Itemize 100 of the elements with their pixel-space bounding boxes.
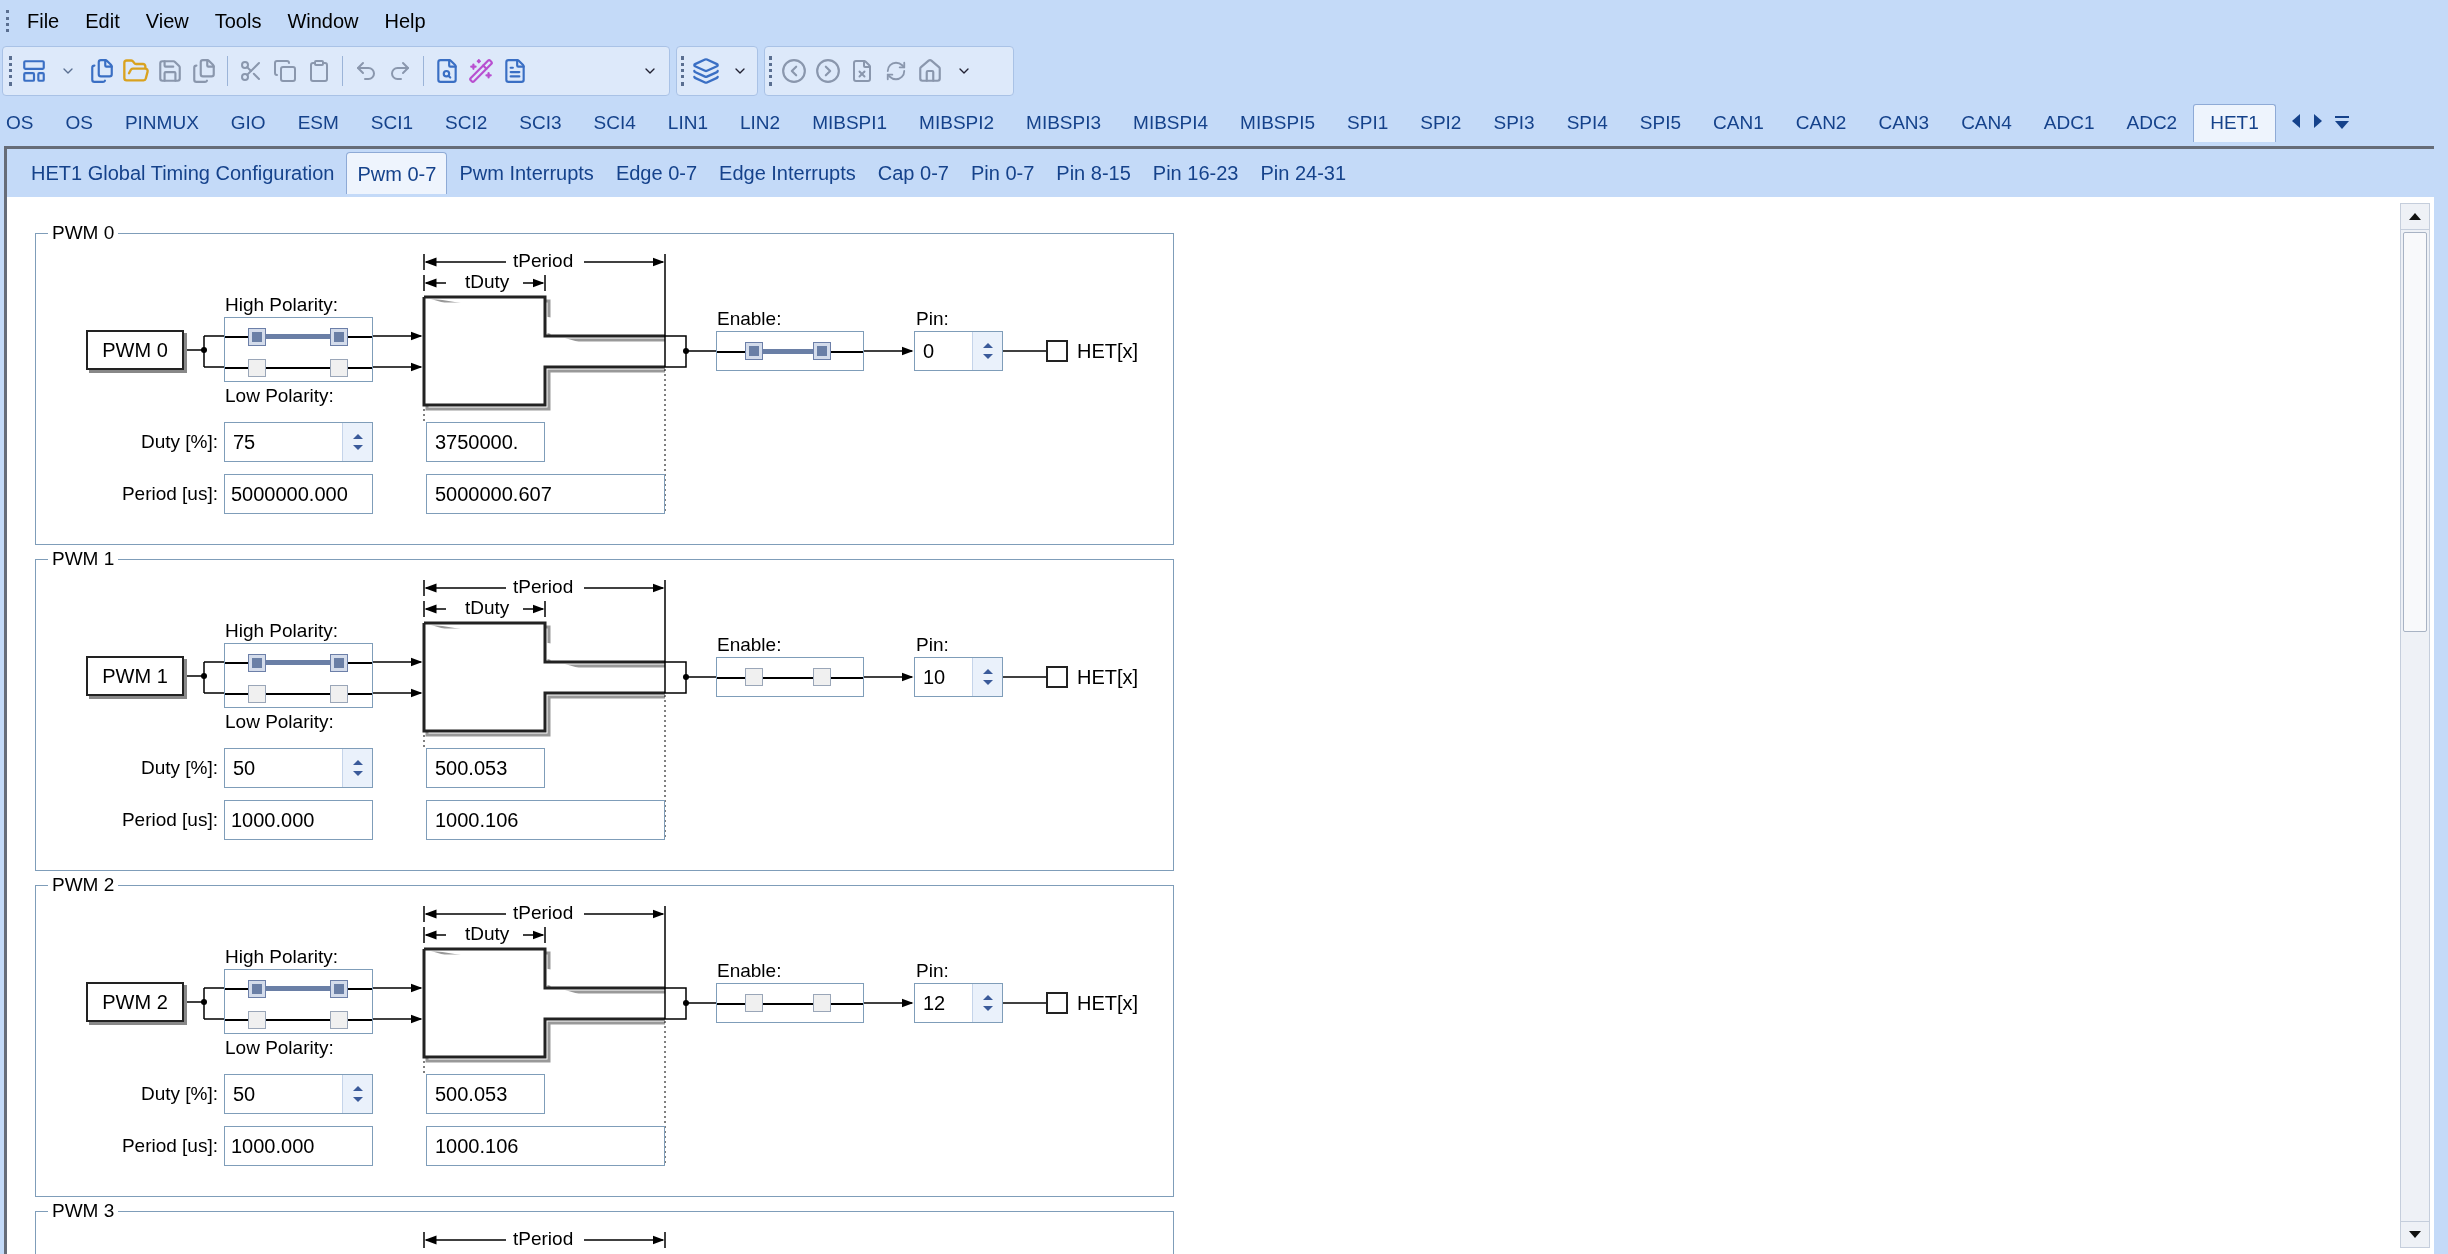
sub-tab[interactable]: Edge Interrupts (709, 152, 866, 194)
menu-item[interactable]: File (18, 6, 69, 36)
module-tab[interactable]: ADC2 (2110, 104, 2194, 142)
checkbox[interactable] (330, 328, 348, 346)
module-tab[interactable]: CAN2 (1779, 104, 1863, 142)
tduty-field[interactable]: 500.053 (426, 1074, 545, 1114)
sub-tab[interactable]: Pin 0-7 (960, 152, 1045, 194)
period-field[interactable]: 5000000.000 (224, 474, 373, 514)
spin-buttons[interactable] (342, 1075, 372, 1113)
module-tab[interactable]: SCI2 (429, 104, 504, 142)
checkbox[interactable] (330, 654, 348, 672)
sub-tab[interactable]: Pwm 0-7 (346, 152, 448, 194)
checkbox[interactable] (248, 654, 266, 672)
module-tab[interactable]: SPI3 (1477, 104, 1551, 142)
menu-item[interactable]: Help (375, 6, 435, 36)
period-field[interactable]: 1000.000 (224, 800, 373, 840)
menu-item[interactable]: Window (278, 6, 368, 36)
output-checkbox[interactable] (1046, 340, 1068, 362)
checkbox[interactable] (813, 994, 831, 1012)
polarity-selector[interactable] (224, 317, 373, 382)
tduty-field[interactable]: 3750000. (426, 422, 545, 462)
spin-buttons[interactable] (342, 423, 372, 461)
menu-item[interactable]: Edit (76, 6, 129, 36)
checkbox[interactable] (248, 980, 266, 998)
sub-tab[interactable]: Pin 8-15 (1046, 152, 1141, 194)
scroll-left-icon[interactable] (2291, 114, 2300, 128)
checkbox[interactable] (813, 668, 831, 686)
enable-toggle[interactable] (716, 331, 864, 371)
module-tab[interactable]: LIN2 (724, 104, 797, 142)
checkbox[interactable] (330, 685, 348, 703)
spin-buttons[interactable] (972, 984, 1002, 1022)
checkbox[interactable] (330, 980, 348, 998)
checkbox[interactable] (330, 1011, 348, 1029)
module-tab[interactable]: SPI2 (1404, 104, 1478, 142)
checkbox[interactable] (745, 994, 763, 1012)
checkbox[interactable] (813, 342, 831, 360)
module-tab[interactable]: SCI1 (354, 104, 430, 142)
output-checkbox[interactable] (1046, 992, 1068, 1014)
output-label: HET[x] (1077, 665, 1139, 689)
pin-spinner[interactable]: 10 (914, 657, 1003, 697)
sub-tab[interactable]: Pwm Interrupts (449, 152, 604, 194)
checkbox[interactable] (248, 359, 266, 377)
module-tab[interactable]: SPI5 (1623, 104, 1698, 142)
enable-toggle[interactable] (716, 657, 864, 697)
menu-item[interactable]: View (136, 6, 198, 36)
module-tab[interactable]: CAN4 (1945, 104, 2028, 142)
module-tab[interactable]: MIBSPI4 (1117, 104, 1225, 142)
duty-spinner[interactable]: 50 (224, 748, 373, 788)
module-tab[interactable]: OS (0, 104, 50, 142)
checkbox[interactable] (248, 328, 266, 346)
tperiod-field[interactable]: 1000.106 (426, 800, 665, 840)
output-checkbox[interactable] (1046, 666, 1068, 688)
duty-spinner[interactable]: 75 (224, 422, 373, 462)
duty-spinner[interactable]: 50 (224, 1074, 373, 1114)
module-tab[interactable]: GIO (214, 104, 282, 142)
checkbox[interactable] (745, 668, 763, 686)
sub-tab[interactable]: Cap 0-7 (867, 152, 959, 194)
module-tab[interactable]: SPI1 (1331, 104, 1405, 142)
pin-label: Pin: (916, 634, 949, 656)
enable-toggle[interactable] (716, 983, 864, 1023)
sub-tab[interactable]: Pin 24-31 (1250, 152, 1357, 194)
module-tab[interactable]: ADC1 (2027, 104, 2111, 142)
module-tab[interactable]: LIN1 (651, 104, 724, 142)
module-tab[interactable]: CAN1 (1697, 104, 1780, 142)
spin-buttons[interactable] (972, 658, 1002, 696)
menu-item[interactable]: Tools (205, 6, 271, 36)
module-tab[interactable]: MIBSPI5 (1224, 104, 1332, 142)
polarity-selector[interactable] (224, 969, 373, 1034)
checkbox[interactable] (745, 342, 763, 360)
module-tab[interactable]: HET1 (2193, 104, 2276, 142)
module-tab[interactable]: ESM (281, 104, 355, 142)
module-tab[interactable]: PINMUX (108, 104, 215, 142)
module-tab[interactable]: SCI4 (577, 104, 652, 142)
module-tab[interactable]: MIBSPI1 (796, 104, 904, 142)
checkbox[interactable] (248, 685, 266, 703)
sub-tab[interactable]: Pin 16-23 (1142, 152, 1249, 194)
sub-tab[interactable]: Edge 0-7 (605, 152, 708, 194)
spin-buttons[interactable] (342, 749, 372, 787)
module-tab[interactable]: SPI4 (1550, 104, 1624, 142)
scroll-right-icon[interactable] (2313, 114, 2322, 128)
pin-spinner[interactable]: 12 (914, 983, 1003, 1023)
module-tab[interactable]: MIBSPI3 (1010, 104, 1118, 142)
spin-buttons[interactable] (972, 332, 1002, 370)
sub-tab[interactable]: HET1 Global Timing Configuration (21, 152, 345, 194)
checkbox[interactable] (248, 1011, 266, 1029)
tperiod-field[interactable]: 1000.106 (426, 1126, 665, 1166)
module-tab[interactable]: OS (49, 104, 109, 142)
connector-line (1002, 676, 1046, 678)
module-tab[interactable]: SCI3 (503, 104, 578, 142)
tduty-field[interactable]: 500.053 (426, 748, 545, 788)
scrollbar[interactable] (2400, 203, 2430, 1248)
scrollbar-thumb[interactable] (2403, 232, 2427, 632)
tperiod-field[interactable]: 5000000.607 (426, 474, 665, 514)
polarity-selector[interactable] (224, 643, 373, 708)
module-tab[interactable]: MIBSPI2 (903, 104, 1011, 142)
checkbox[interactable] (330, 359, 348, 377)
pin-spinner[interactable]: 0 (914, 331, 1003, 371)
tab-list-icon[interactable] (2333, 116, 2350, 130)
period-field[interactable]: 1000.000 (224, 1126, 373, 1166)
module-tab[interactable]: CAN3 (1862, 104, 1946, 142)
